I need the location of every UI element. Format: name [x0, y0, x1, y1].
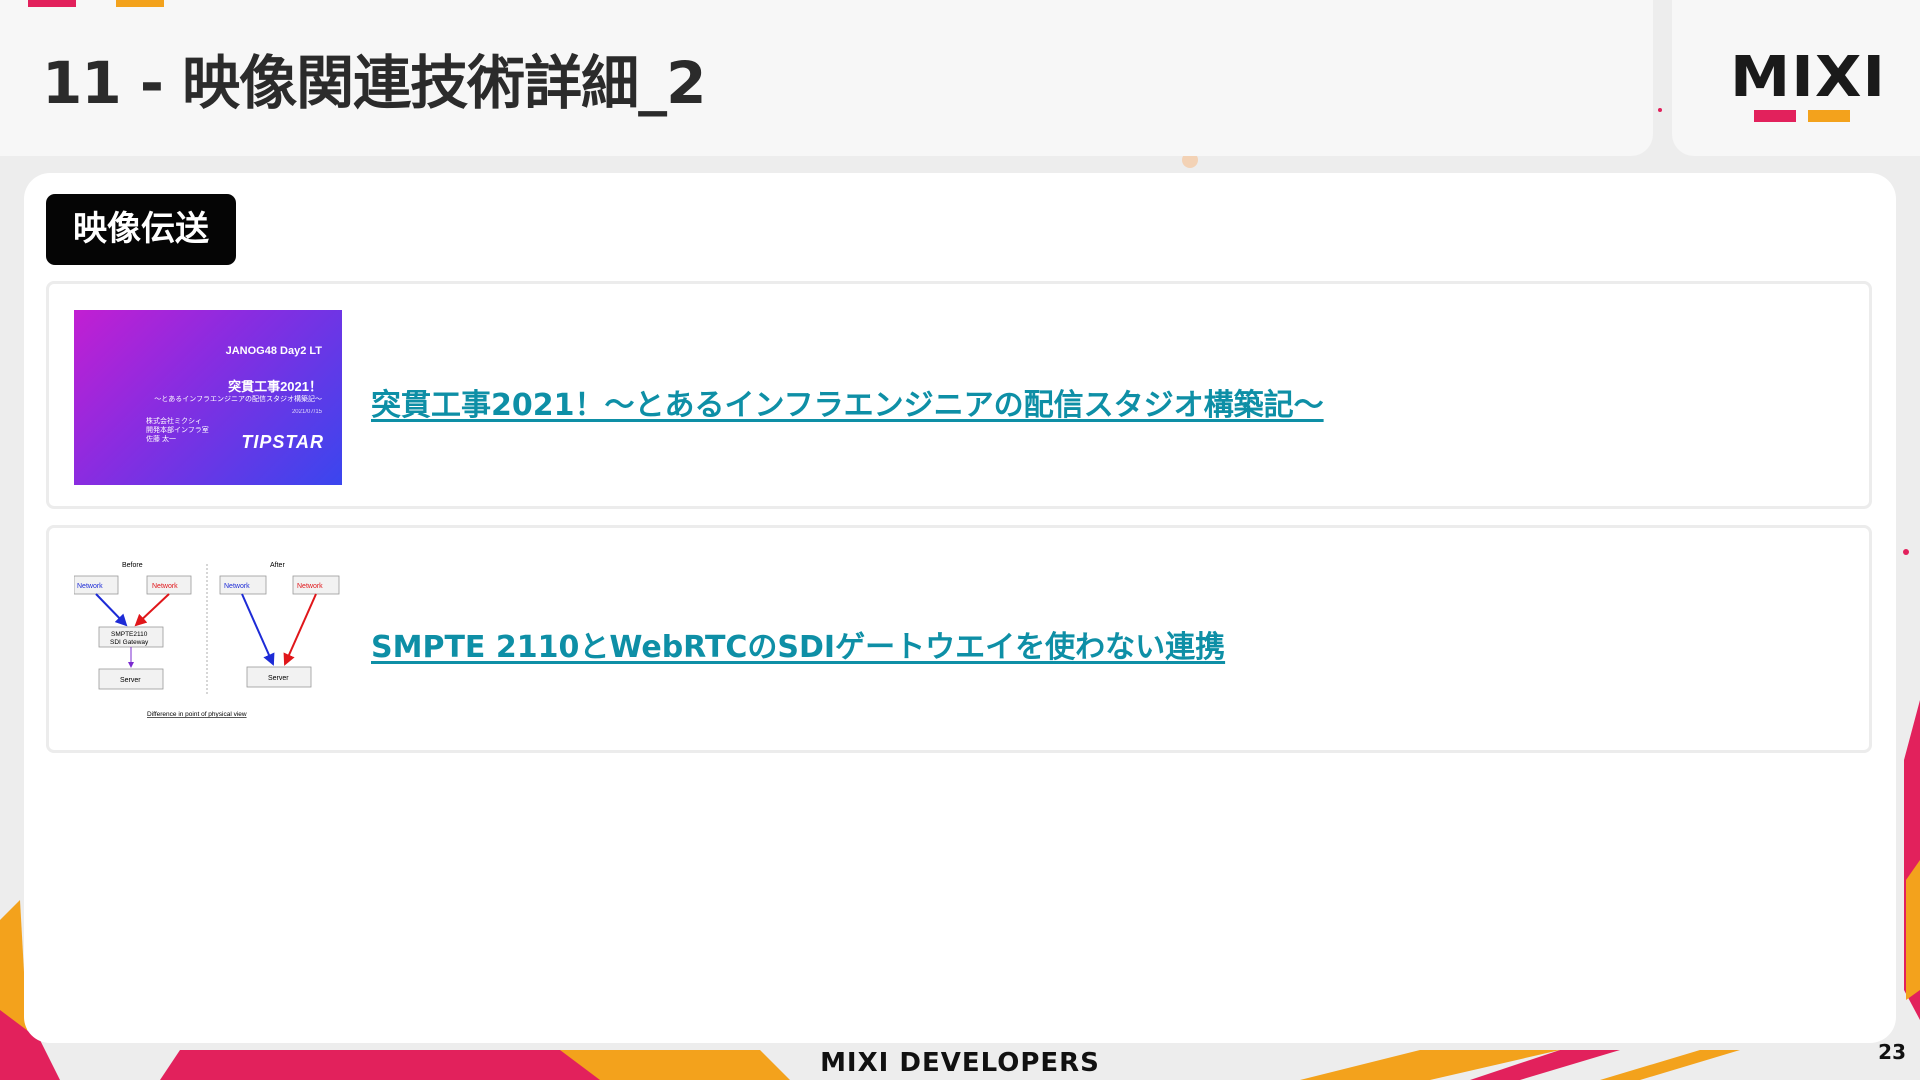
- slide-thumbnail[interactable]: JANOG48 Day2 LT 突貫工事2021！ 〜とあるインフラエンジニアの…: [74, 310, 342, 485]
- diagram-network-label: Network: [77, 583, 103, 590]
- diagram-gateway-line1: SMPTE2110: [111, 631, 148, 638]
- diagram-network-label: Network: [224, 583, 250, 590]
- footer-brand: MIXI DEVELOPERS: [820, 1048, 1100, 1078]
- slide-speaker: 佐藤 太一: [146, 436, 176, 443]
- slide-subtitle: 〜とあるインフラエンジニアの配信スタジオ構築記〜: [154, 396, 322, 403]
- accent-bar-orange: [116, 0, 164, 7]
- content-panel: 映像伝送 JANOG48 Day2 LT 突貫工事2021！ 〜とあるインフラエ…: [24, 173, 1896, 1043]
- accent-bar-pink: [28, 0, 76, 7]
- logo-bar-orange: [1808, 110, 1850, 122]
- diagram-gateway-line2: SDI Gateway: [110, 639, 149, 646]
- mixi-logo-text: MIXI: [1730, 45, 1887, 110]
- slide-department: 開発本部インフラ室: [146, 427, 209, 434]
- link-smpte-webrtc-article[interactable]: SMPTE 2110とWebRTCのSDIゲートウエイを使わない連携: [371, 622, 1225, 666]
- link-studio-article[interactable]: 突貫工事2021！〜とあるインフラエンジニアの配信スタジオ構築記〜: [371, 380, 1324, 424]
- diagram-server-label: Server: [120, 677, 141, 684]
- logo-bar-pink: [1754, 110, 1796, 122]
- diagram-after-label: After: [270, 562, 285, 569]
- top-accent-bars: [28, 0, 164, 7]
- diagram-caption: Difference in point of physical view: [147, 711, 247, 718]
- slide-title: 突貫工事2021！: [228, 379, 322, 394]
- mixi-logo-bars: [1754, 110, 1875, 122]
- slide-brand-logo: TIPSTAR: [241, 432, 324, 452]
- slide-date: 2021/07/15: [291, 409, 322, 415]
- diagram-before-label: Before: [122, 562, 143, 569]
- mixi-logo: MIXI: [1730, 50, 1885, 122]
- page-number: 23: [1878, 1040, 1906, 1064]
- link-card[interactable]: JANOG48 Day2 LT 突貫工事2021！ 〜とあるインフラエンジニアの…: [46, 281, 1872, 509]
- network-diagram: Before After Network Network SMPTE2110 S…: [74, 562, 340, 718]
- diagram-network-label: Network: [297, 583, 323, 590]
- diagram-server-label: Server: [268, 675, 289, 682]
- link-card[interactable]: Before After Network Network SMPTE2110 S…: [46, 525, 1872, 753]
- diagram-network-label: Network: [152, 583, 178, 590]
- slide-company: 株式会社ミクシィ: [146, 418, 202, 425]
- diagram-thumbnail[interactable]: Before After Network Network SMPTE2110 S…: [74, 554, 342, 729]
- section-tag: 映像伝送: [46, 194, 236, 265]
- slide-event: JANOG48 Day2 LT: [225, 345, 322, 357]
- page-title: 11 - 映像関連技術詳細_2: [42, 49, 707, 117]
- slide-presenter: 株式会社ミクシィ 開発本部インフラ室 佐藤 太一: [146, 417, 209, 444]
